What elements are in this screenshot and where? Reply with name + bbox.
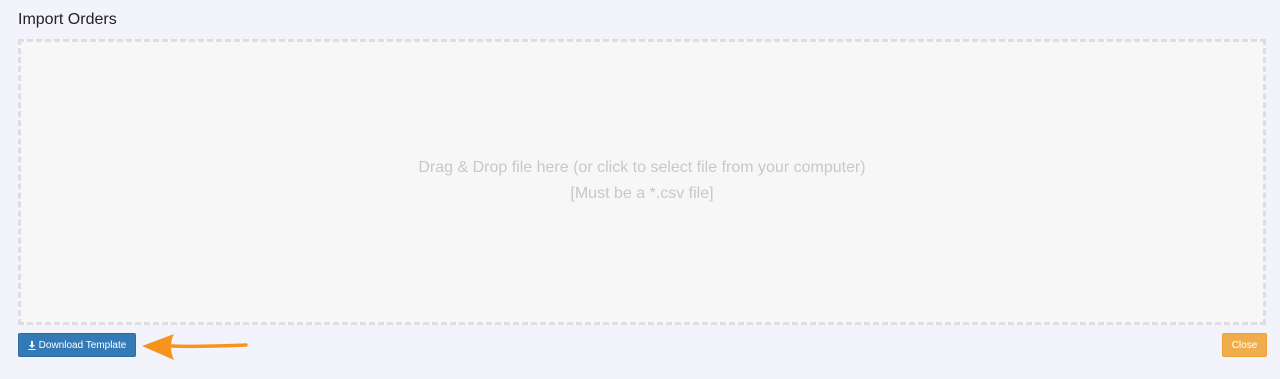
dropzone-file-type-hint: [Must be a *.csv file] [570, 185, 714, 202]
dropzone-instruction: Drag & Drop file here (or click to selec… [418, 159, 866, 176]
close-button[interactable]: Close [1222, 333, 1267, 357]
download-icon [28, 340, 36, 350]
download-template-button[interactable]: Download Template [18, 333, 136, 357]
close-label: Close [1231, 339, 1258, 351]
download-template-label: Download Template [38, 339, 127, 351]
arrow-left-icon [142, 334, 248, 360]
page-title: Import Orders [18, 11, 117, 28]
dropzone-text: Drag & Drop file here (or click to selec… [418, 155, 865, 207]
file-dropzone[interactable]: Drag & Drop file here (or click to selec… [18, 39, 1266, 325]
